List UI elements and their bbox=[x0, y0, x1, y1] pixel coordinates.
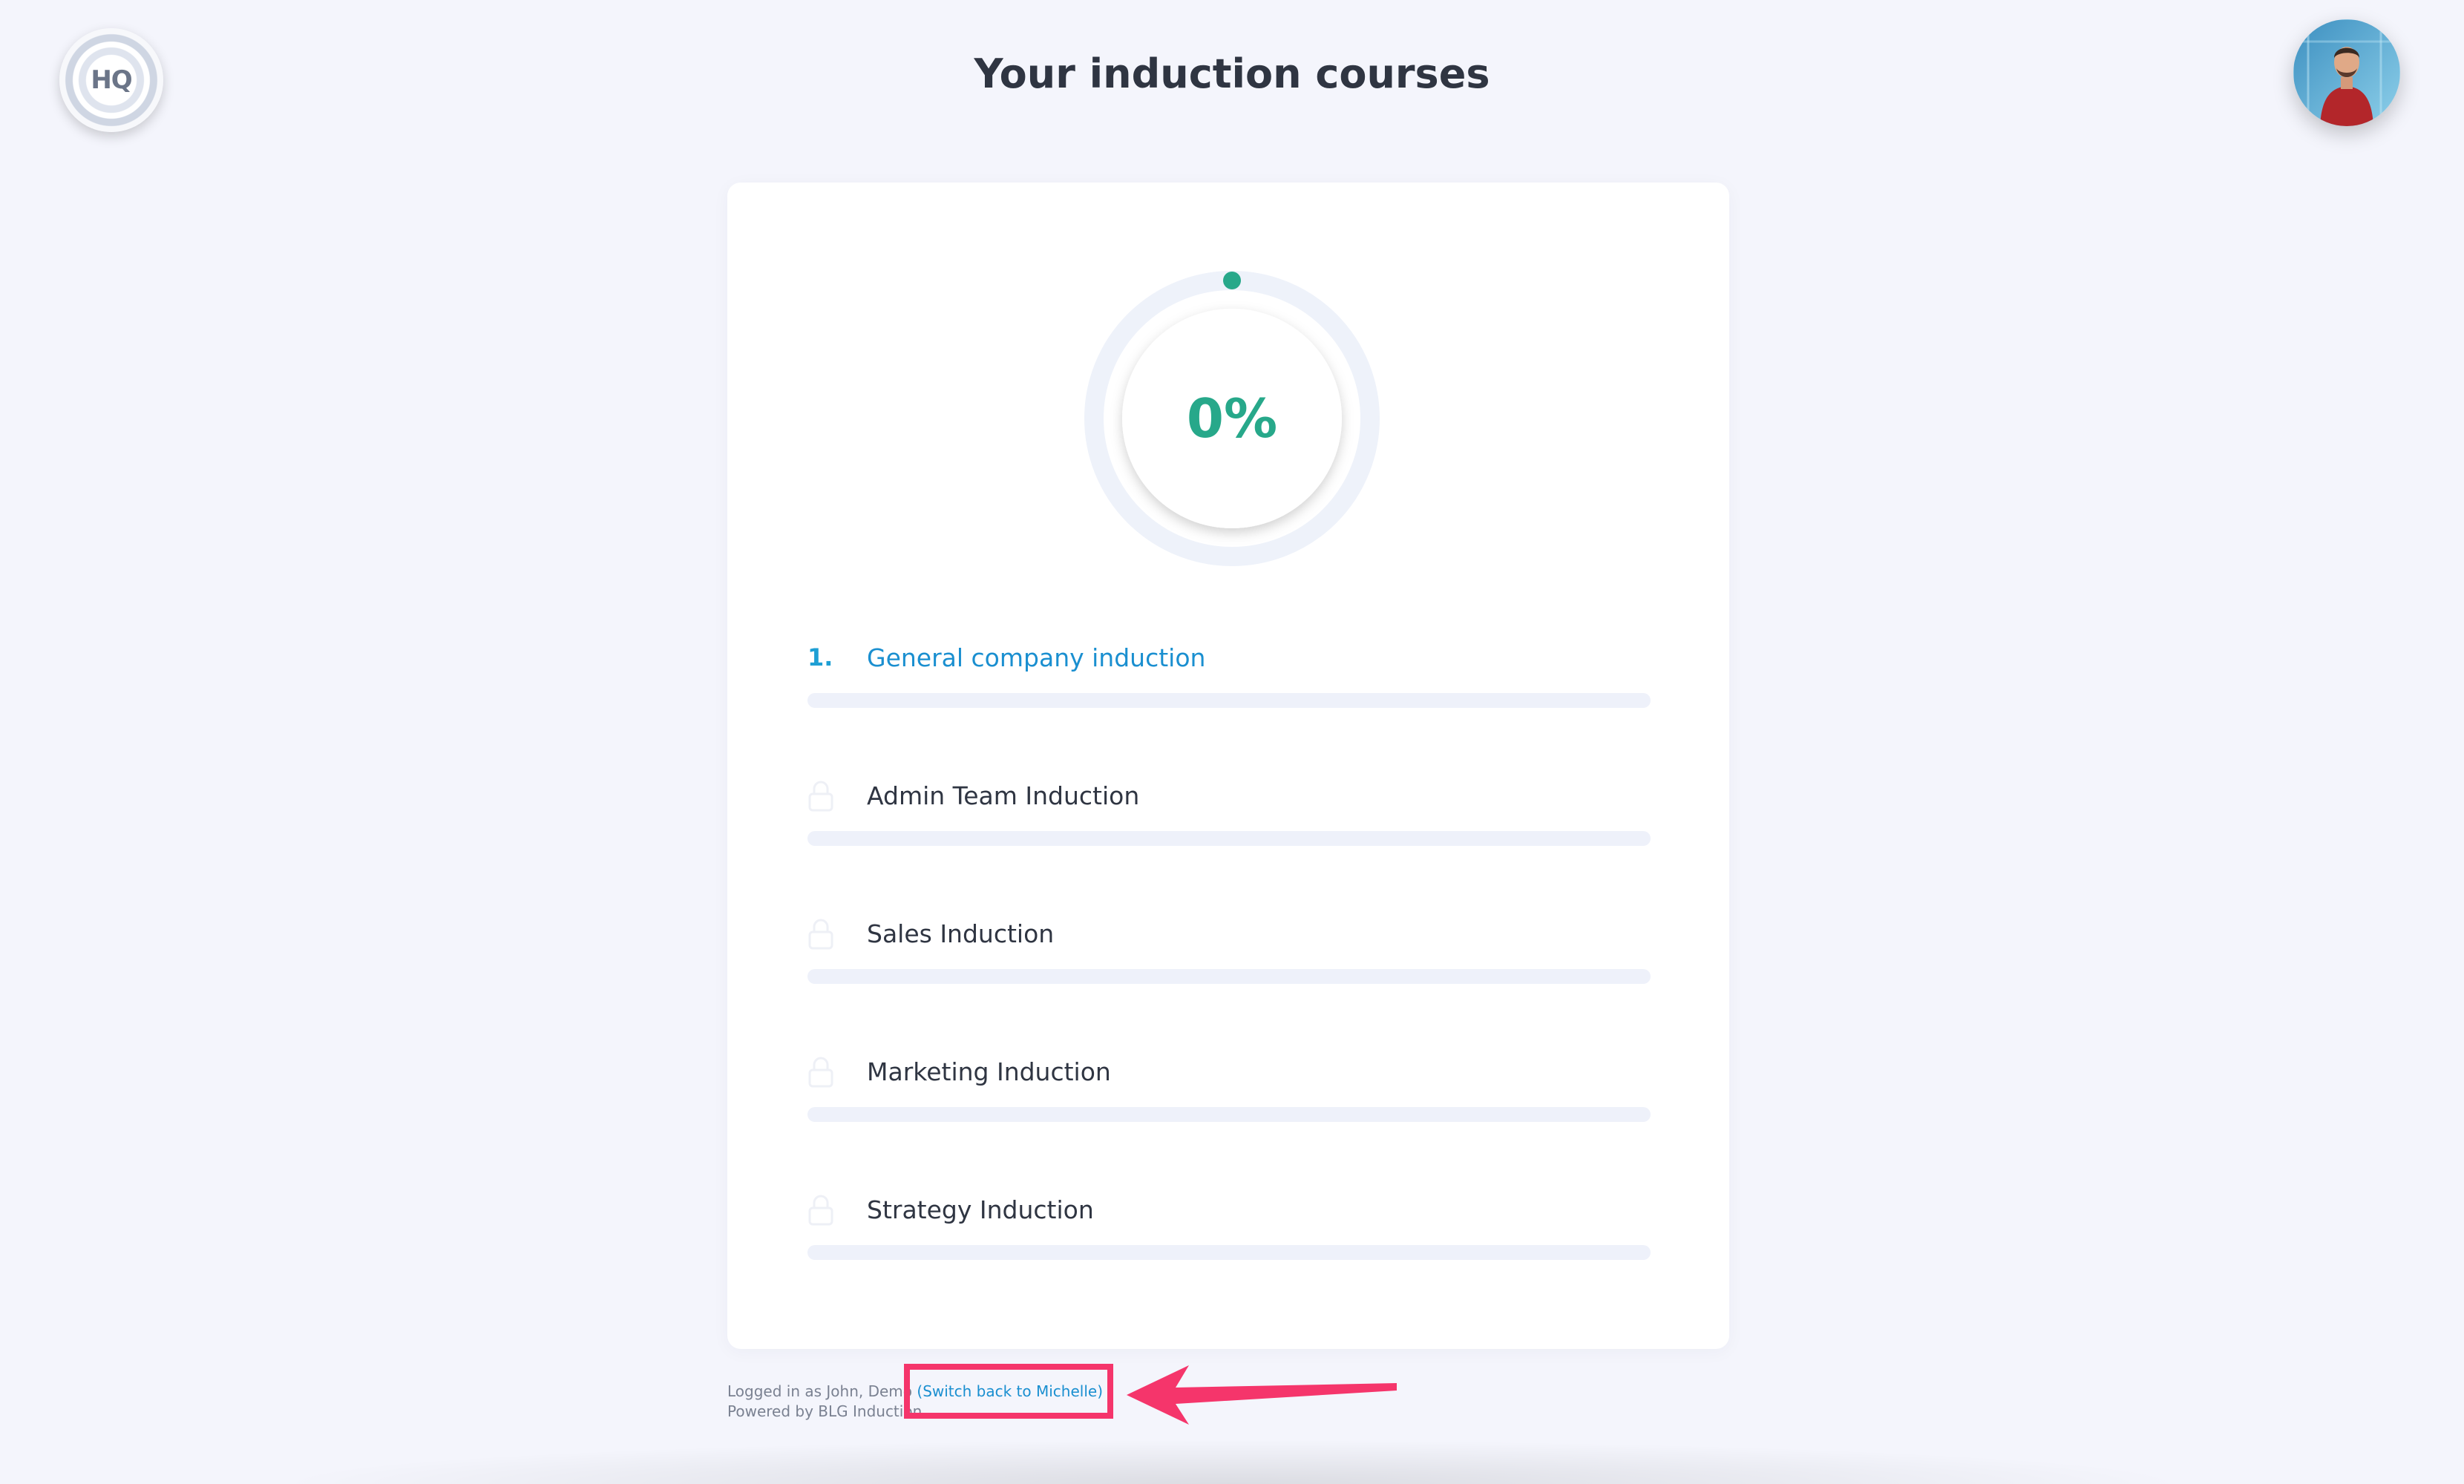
course-number: 1. bbox=[807, 643, 833, 672]
annotation-arrow bbox=[1127, 1365, 1397, 1425]
course-progress-bar bbox=[807, 1107, 1651, 1122]
course-row: 1. General company induction bbox=[807, 635, 1205, 680]
bottom-shadow bbox=[267, 1439, 2197, 1484]
annotation-highlight-box bbox=[904, 1364, 1113, 1419]
course-item: Admin Team Induction bbox=[807, 773, 1651, 911]
course-name: Admin Team Induction bbox=[867, 781, 1140, 810]
course-item: Strategy Induction bbox=[807, 1187, 1651, 1325]
course-list: 1. General company induction Admin Team In… bbox=[807, 635, 1651, 1325]
course-row: Strategy Induction bbox=[807, 1187, 1094, 1232]
courses-card: 0% 1. General company induction Admin Team… bbox=[727, 183, 1729, 1349]
course-progress-bar bbox=[807, 831, 1651, 846]
course-name: Sales Induction bbox=[867, 919, 1055, 948]
avatar-image bbox=[2293, 19, 2400, 126]
course-row: Admin Team Induction bbox=[807, 773, 1139, 818]
course-progress-bar bbox=[807, 693, 1651, 708]
page-title: Your induction courses bbox=[974, 50, 1490, 97]
lock-icon bbox=[807, 1049, 867, 1094]
course-progress-bar bbox=[807, 1245, 1651, 1260]
lock-icon bbox=[807, 773, 867, 818]
course-item: Sales Induction bbox=[807, 911, 1651, 1049]
course-name: Strategy Induction bbox=[867, 1195, 1094, 1224]
overall-progress-ring: 0% bbox=[1084, 270, 1380, 567]
course-row: Sales Induction bbox=[807, 911, 1054, 956]
course-name[interactable]: General company induction bbox=[867, 643, 1205, 672]
user-avatar[interactable] bbox=[2293, 19, 2400, 126]
course-progress-bar bbox=[807, 969, 1651, 984]
progress-percent: 0% bbox=[1186, 387, 1278, 450]
logged-in-text: Logged in as John, Demo bbox=[727, 1382, 913, 1400]
course-name: Marketing Induction bbox=[867, 1057, 1111, 1086]
lock-icon bbox=[807, 1187, 867, 1232]
course-item[interactable]: 1. General company induction bbox=[807, 635, 1651, 773]
course-item: Marketing Induction bbox=[807, 1049, 1651, 1187]
course-row: Marketing Induction bbox=[807, 1049, 1111, 1094]
lock-icon bbox=[807, 911, 867, 956]
